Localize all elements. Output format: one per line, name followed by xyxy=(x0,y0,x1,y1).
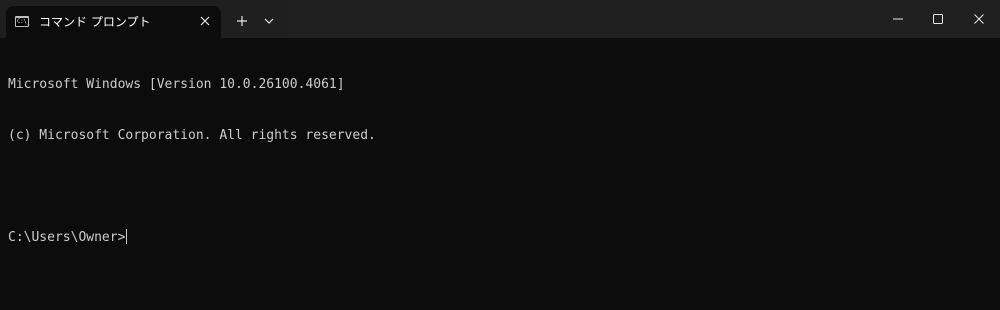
terminal-line-copyright: (c) Microsoft Corporation. All rights re… xyxy=(8,128,376,143)
maximize-icon xyxy=(933,14,943,24)
text-cursor xyxy=(126,229,128,244)
close-icon xyxy=(974,14,984,24)
terminal-prompt: C:\Users\Owner> xyxy=(8,230,126,245)
plus-icon xyxy=(237,16,247,26)
title-bar[interactable]: C:\_ コマンド プロンプト xyxy=(0,0,1000,38)
command-prompt-icon-text: C:\_ xyxy=(17,18,30,25)
close-window-button[interactable] xyxy=(958,0,1000,38)
terminal-line-version: Microsoft Windows [Version 10.0.26100.40… xyxy=(8,77,345,92)
new-tab-button[interactable] xyxy=(231,10,253,32)
terminal-window: C:\_ コマンド プロンプト Microsoft Windows [Versi… xyxy=(0,0,1000,310)
tab-title: コマンド プロンプト xyxy=(39,15,151,29)
terminal-prompt-line[interactable]: C:\Users\Owner> xyxy=(8,229,992,246)
terminal-output[interactable]: Microsoft Windows [Version 10.0.26100.40… xyxy=(8,42,992,302)
maximize-button[interactable] xyxy=(918,0,958,38)
tab-dropdown-button[interactable] xyxy=(259,10,279,32)
minimize-icon xyxy=(893,18,903,20)
chevron-down-icon xyxy=(264,18,274,24)
tab-command-prompt[interactable]: C:\_ コマンド プロンプト xyxy=(6,6,221,38)
tab-close-button[interactable] xyxy=(196,12,214,30)
command-prompt-icon: C:\_ xyxy=(15,16,30,27)
minimize-button[interactable] xyxy=(878,0,918,38)
close-icon xyxy=(200,16,210,26)
